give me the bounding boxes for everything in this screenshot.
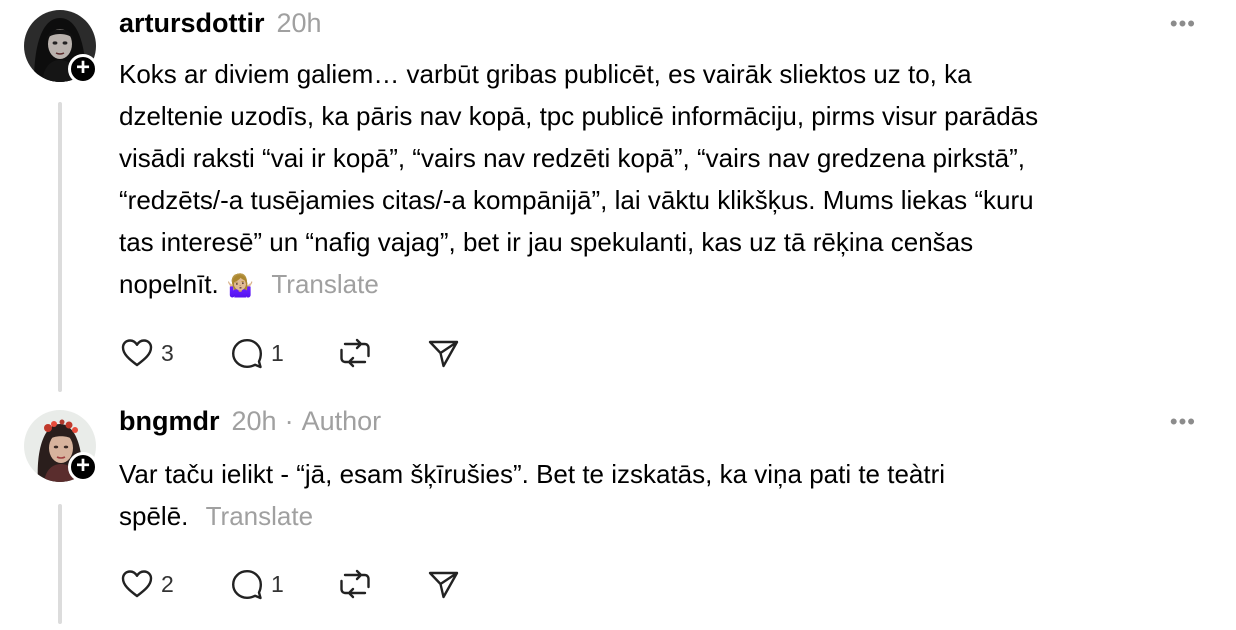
send-icon xyxy=(428,571,459,599)
post-body: Var taču ielikt - “jā, esam šķīrušies”. … xyxy=(119,453,1179,537)
share-button[interactable] xyxy=(425,335,465,371)
follow-plus-icon[interactable]: + xyxy=(68,54,98,84)
reply-post: + bngmdr 20h · Author ••• Var taču ielik… xyxy=(0,398,1236,630)
body-line: visādi raksti “vai ir kopā”, “vairs nav … xyxy=(119,143,1025,173)
body-line: Var taču ielikt - “jā, esam šķīrušies”. … xyxy=(119,459,946,489)
timestamp[interactable]: 20h xyxy=(232,406,277,437)
action-bar: 2 1 xyxy=(119,564,465,604)
body-line-text: nopelnīt. xyxy=(119,269,219,299)
repost-icon xyxy=(340,338,370,368)
post-body: Koks ar diviem galiem… varbūt gribas pub… xyxy=(119,53,1179,307)
like-count: 2 xyxy=(161,570,174,597)
body-line: spēlē. Translate xyxy=(119,495,1179,537)
shrug-emoji: 🤷🏼‍♀️ xyxy=(226,273,255,298)
body-line: dzeltenie uzodīs, ka pāris nav kopā, tpc… xyxy=(119,101,1039,131)
more-horizontal-icon[interactable]: ••• xyxy=(1170,411,1196,433)
reply-count: 1 xyxy=(271,570,284,597)
separator: · xyxy=(284,406,294,436)
like-button[interactable]: 2 xyxy=(119,566,229,602)
thread-line xyxy=(58,102,62,392)
heart-icon xyxy=(121,339,153,367)
reply-button[interactable]: 1 xyxy=(229,335,337,371)
comment-icon xyxy=(232,570,262,600)
like-button[interactable]: 3 xyxy=(119,335,229,371)
like-count: 3 xyxy=(161,339,174,366)
repost-button[interactable] xyxy=(337,566,425,602)
share-button[interactable] xyxy=(425,566,465,602)
author-label: Author xyxy=(301,406,382,436)
repost-button[interactable] xyxy=(337,335,425,371)
body-line: Koks ar diviem galiem… varbūt gribas pub… xyxy=(119,59,972,89)
timestamp[interactable]: 20h xyxy=(277,8,322,39)
more-horizontal-icon[interactable]: ••• xyxy=(1170,13,1196,35)
body-line-text: spēlē. xyxy=(119,501,189,531)
thread-line xyxy=(58,504,62,624)
repost-icon xyxy=(340,569,370,599)
post-header: artursdottir 20h xyxy=(119,8,322,44)
body-line: tas interesē” un “nafig vajag”, bet ir j… xyxy=(119,227,974,257)
reply-button[interactable]: 1 xyxy=(229,566,337,602)
username[interactable]: bngmdr xyxy=(119,406,220,437)
body-line: “redzēts/-a tusējamies citas/-a kompānij… xyxy=(119,185,1034,215)
heart-icon xyxy=(121,570,153,598)
reply-post: + artursdottir 20h ••• Koks ar diviem ga… xyxy=(0,0,1236,398)
action-bar: 3 1 xyxy=(119,333,465,373)
comment-icon xyxy=(232,339,262,369)
post-header: bngmdr 20h · Author xyxy=(119,406,381,442)
translate-link[interactable]: Translate xyxy=(271,269,378,299)
follow-plus-icon[interactable]: + xyxy=(68,452,98,482)
reply-count: 1 xyxy=(271,339,284,366)
translate-link[interactable]: Translate xyxy=(206,501,313,531)
username[interactable]: artursdottir xyxy=(119,8,265,39)
body-line: nopelnīt. 🤷🏼‍♀️ Translate xyxy=(119,263,1179,307)
send-icon xyxy=(428,340,459,368)
